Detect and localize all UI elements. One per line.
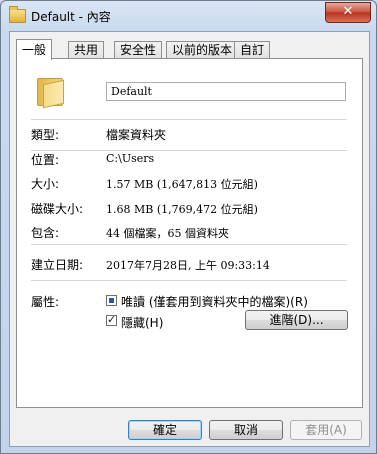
type-value: 檔案資料夾	[106, 128, 167, 142]
folder-name-input[interactable]: Default	[106, 82, 346, 101]
apply-button[interactable]: 套用(A)	[290, 420, 362, 440]
general-panel: Default 類型: 檔案資料夾 位置: C:\Users 大小: 1.57 …	[16, 58, 363, 408]
contains-label: 包含:	[31, 226, 60, 240]
readonly-label[interactable]: 唯讀 (僅套用到資料夾中的檔案)(R)	[121, 293, 308, 310]
separator	[31, 244, 347, 245]
created-value: 2017年7月28日, 上午 09:33:14	[106, 259, 270, 272]
size-value: 1.57 MB (1,647,813 位元組)	[106, 178, 258, 191]
cancel-button[interactable]: 取消	[209, 420, 283, 440]
size-label: 大小:	[31, 177, 60, 191]
attributes-label: 屬性:	[31, 295, 60, 309]
hidden-label[interactable]: 隱藏(H)	[121, 314, 163, 331]
size-on-disk-label: 磁碟大小:	[31, 202, 84, 216]
folder-icon	[37, 76, 64, 109]
window-title: Default - 內容	[31, 10, 111, 24]
contains-value: 44 個檔案，65 個資料夾	[106, 227, 229, 240]
ok-button[interactable]: 確定	[128, 420, 202, 440]
close-button[interactable]: ✕	[325, 2, 371, 23]
advanced-button[interactable]: 進階(D)...	[245, 310, 348, 330]
location-value: C:\Users	[106, 152, 155, 165]
tab-security[interactable]: 安全性	[114, 41, 163, 59]
close-icon: ✕	[342, 4, 354, 19]
tab-general[interactable]: 一般	[16, 39, 53, 60]
folder-icon	[9, 6, 26, 23]
created-label: 建立日期:	[31, 258, 84, 272]
tab-sharing[interactable]: 共用	[68, 41, 105, 59]
title-bar[interactable]: Default - 內容 ✕	[1, 1, 376, 31]
separator	[31, 150, 347, 151]
type-label: 類型:	[31, 128, 60, 142]
size-on-disk-value: 1.68 MB (1,769,472 位元組)	[106, 203, 258, 216]
hidden-checkbox[interactable]	[106, 313, 117, 326]
separator	[31, 280, 347, 281]
dialog-client-area: 一般 共用 安全性 以前的版本 自訂 Default 類型: 檔案資料夾 位置:…	[9, 31, 370, 447]
separator	[31, 119, 347, 120]
tab-customize[interactable]: 自訂	[234, 41, 271, 59]
tab-previous-versions[interactable]: 以前的版本	[166, 41, 239, 59]
location-label: 位置:	[31, 153, 60, 167]
readonly-checkbox[interactable]	[106, 295, 117, 306]
properties-window: Default - 內容 ✕ 一般 共用 安全性 以前的版本 自訂 Defaul…	[0, 0, 377, 454]
